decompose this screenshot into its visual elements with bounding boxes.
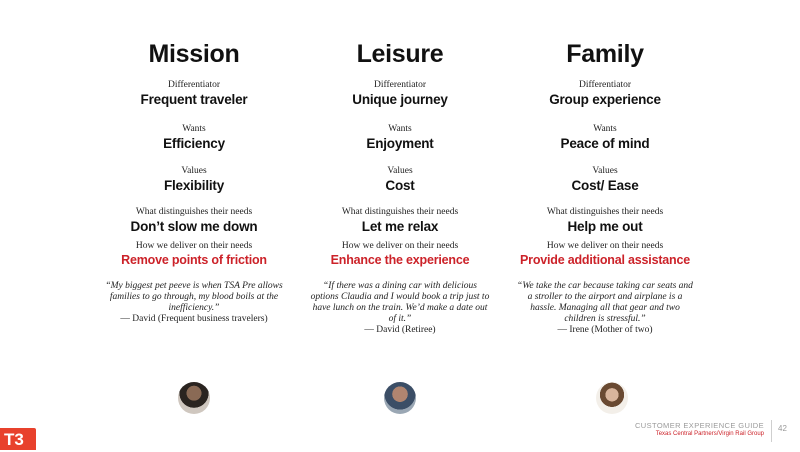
values-value: Flexibility <box>163 178 225 193</box>
wants-label: Wants <box>388 124 412 134</box>
quote-attribution: — Irene (Mother of two) <box>557 325 653 335</box>
persona-title: Family <box>566 40 644 68</box>
customer-quote: “We take the car because taking car seat… <box>517 281 693 324</box>
differentiator-value: Unique journey <box>352 92 448 107</box>
values-label: Values <box>387 166 413 176</box>
persona-title: Mission <box>148 40 240 68</box>
persona-title: Leisure <box>356 40 444 68</box>
needs-value: Don’t slow me down <box>130 219 258 234</box>
persona-column-leisure: Leisure Differentiator Unique journey Wa… <box>300 38 500 336</box>
deliver-block: How we deliver on their needs Remove poi… <box>94 241 294 269</box>
deliver-value: Enhance the experience <box>330 253 470 267</box>
needs-value: Help me out <box>567 219 643 234</box>
needs-label: What distinguishes their needs <box>135 207 253 217</box>
values-label: Values <box>592 166 618 176</box>
avatar <box>596 382 628 414</box>
deliver-block: How we deliver on their needs Provide ad… <box>505 241 705 269</box>
wants-label: Wants <box>182 124 206 134</box>
differentiator-label: Differentiator <box>167 80 221 90</box>
persona-column-mission: Mission Differentiator Frequent traveler… <box>94 38 294 325</box>
deliver-value: Remove points of friction <box>121 253 267 267</box>
needs-block: What distinguishes their needs Don’t slo… <box>94 207 294 241</box>
values-block: Values Flexibility <box>94 166 294 207</box>
deliver-block: How we deliver on their needs Enhance th… <box>300 241 500 269</box>
deliver-label: How we deliver on their needs <box>546 241 664 251</box>
wants-value: Enjoyment <box>366 136 434 151</box>
quote-attribution: — David (Frequent business travelers) <box>120 314 268 324</box>
values-block: Values Cost <box>300 166 500 207</box>
page-number: 42 <box>778 424 787 433</box>
values-value: Cost/ Ease <box>571 178 639 193</box>
needs-value: Let me relax <box>361 219 439 234</box>
needs-block: What distinguishes their needs Help me o… <box>505 207 705 241</box>
footer-subtitle: Texas Central Partners/Virgin Rail Group <box>655 431 764 437</box>
footer-title: CUSTOMER EXPERIENCE GUIDE <box>634 421 764 430</box>
needs-block: What distinguishes their needs Let me re… <box>300 207 500 241</box>
deliver-value: Provide additional assistance <box>520 253 690 267</box>
differentiator-block: Differentiator Unique journey <box>300 80 500 124</box>
values-label: Values <box>181 166 207 176</box>
footer-divider <box>771 420 772 442</box>
differentiator-label: Differentiator <box>373 80 427 90</box>
wants-block: Wants Efficiency <box>94 124 294 166</box>
wants-value: Peace of mind <box>560 136 650 151</box>
differentiator-block: Differentiator Group experience <box>505 80 705 124</box>
deliver-label: How we deliver on their needs <box>341 241 459 251</box>
avatar <box>384 382 416 414</box>
footer: CUSTOMER EXPERIENCE GUIDE Texas Central … <box>635 421 764 439</box>
wants-block: Wants Peace of mind <box>505 124 705 166</box>
brand-logo: T3 <box>0 428 36 450</box>
deliver-label: How we deliver on their needs <box>135 241 253 251</box>
values-value: Cost <box>385 178 415 193</box>
differentiator-block: Differentiator Frequent traveler <box>94 80 294 124</box>
wants-label: Wants <box>593 124 617 134</box>
customer-quote: “If there was a dining car with deliciou… <box>310 281 490 324</box>
needs-label: What distinguishes their needs <box>341 207 459 217</box>
persona-column-family: Family Differentiator Group experience W… <box>505 38 705 336</box>
avatar <box>178 382 210 414</box>
differentiator-value: Group experience <box>549 92 661 107</box>
wants-value: Efficiency <box>163 136 225 151</box>
differentiator-label: Differentiator <box>578 80 632 90</box>
quote-attribution: — David (Retiree) <box>364 325 436 335</box>
wants-block: Wants Enjoyment <box>300 124 500 166</box>
values-block: Values Cost/ Ease <box>505 166 705 207</box>
differentiator-value: Frequent traveler <box>140 92 248 107</box>
needs-label: What distinguishes their needs <box>546 207 664 217</box>
customer-quote: “My biggest pet peeve is when TSA Pre al… <box>105 281 283 313</box>
